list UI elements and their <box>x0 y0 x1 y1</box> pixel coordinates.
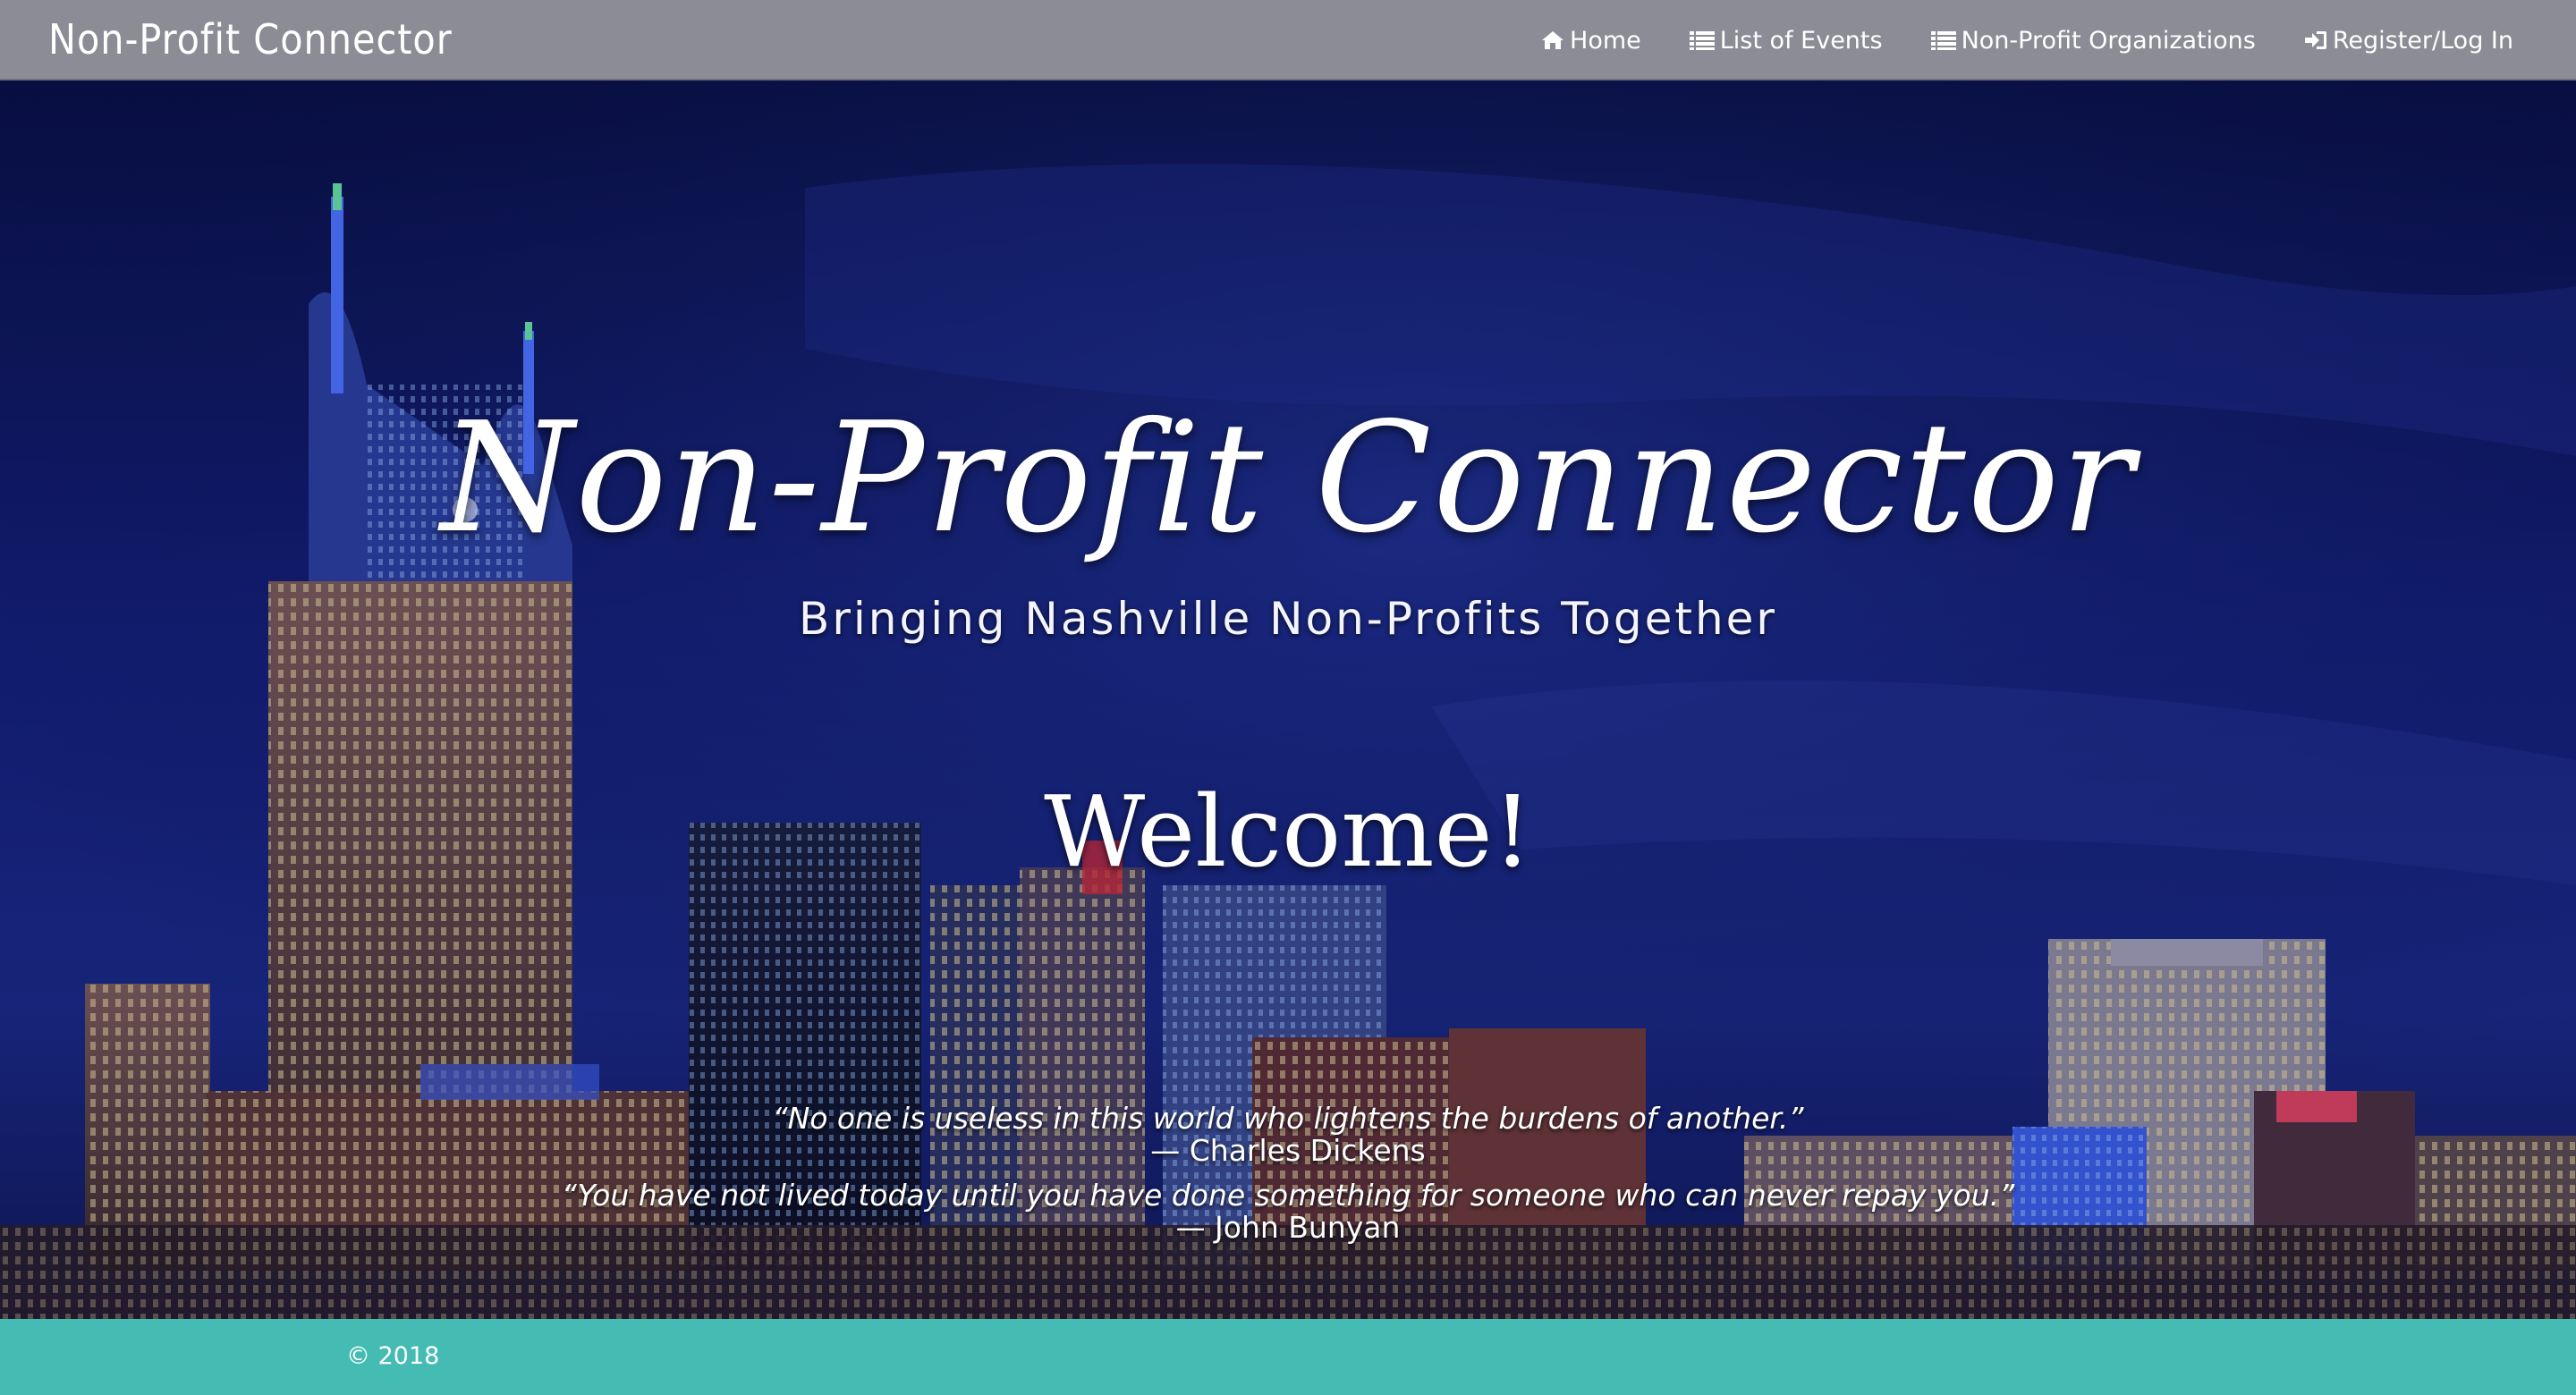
hero-title: Non-Profit Connector <box>440 390 2136 567</box>
nav-events-link[interactable]: List of Events <box>1689 26 1883 55</box>
nav-organizations-label: Non-Profit Organizations <box>1961 26 2256 55</box>
quote-bunyan: “You have not lived today until you have… <box>0 1179 2576 1244</box>
welcome-heading: Welcome! <box>1044 774 1532 889</box>
nav-home-link[interactable]: Home <box>1541 27 1641 55</box>
quote-text: “You have not lived today until you have… <box>561 1178 2015 1213</box>
quote-text: “No one is useless in this world who lig… <box>772 1101 1804 1136</box>
nav-events-label: List of Events <box>1719 26 1883 55</box>
nav-organizations-link[interactable]: Non-Profit Organizations <box>1930 26 2256 55</box>
hero-subtitle: Bringing Nashville Non-Profits Together <box>799 593 1777 645</box>
nav-register-login-label: Register/Log In <box>2332 26 2513 55</box>
nav-links: Home List of Events Non-Profit Organizat… <box>1541 0 2513 80</box>
top-navbar: Non-Profit Connector Home List of Events <box>0 0 2576 80</box>
quote-author: — Charles Dickens <box>1150 1133 1426 1168</box>
hero-section: Non-Profit Connector Bringing Nashville … <box>0 80 2576 1319</box>
brand-link[interactable]: Non-Profit Connector <box>48 13 453 66</box>
copyright-text: © 2018 <box>346 1342 440 1370</box>
home-icon <box>1541 30 1564 50</box>
quote-author: — John Bunyan <box>1175 1210 1401 1245</box>
sign-in-icon <box>2304 30 2327 50</box>
hero-content: Non-Profit Connector Bringing Nashville … <box>0 80 2576 1319</box>
list-icon <box>1689 30 1715 50</box>
list-icon <box>1930 30 1956 50</box>
page-footer: © 2018 <box>0 1319 2576 1395</box>
nav-register-login-link[interactable]: Register/Log In <box>2304 27 2513 55</box>
nav-home-label: Home <box>1570 26 1641 55</box>
quote-dickens: “No one is useless in this world who lig… <box>0 1103 2576 1167</box>
